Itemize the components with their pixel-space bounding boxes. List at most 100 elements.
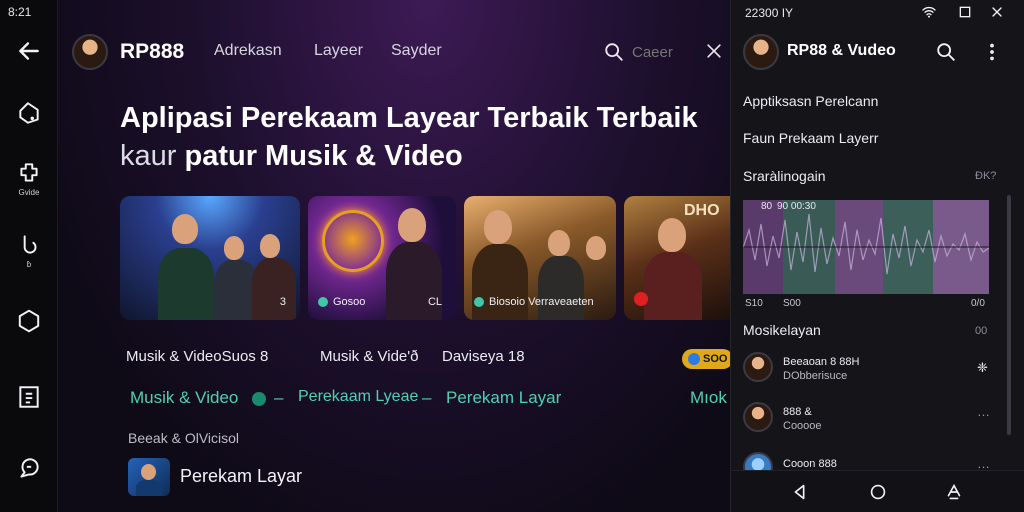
more-icon[interactable]: … bbox=[977, 404, 990, 419]
wifi-icon bbox=[922, 6, 936, 18]
more-vertical-icon[interactable] bbox=[981, 41, 1003, 63]
list-title: Cooon 888 bbox=[783, 458, 837, 470]
search-input[interactable] bbox=[632, 41, 702, 63]
tab-more[interactable]: Mıok bbox=[690, 388, 727, 408]
wave-time-end: 0/0 bbox=[971, 298, 985, 309]
back-arrow-icon bbox=[19, 42, 39, 60]
search-icon[interactable] bbox=[603, 41, 625, 63]
card-tag-label: Biosoio Verraveaeten bbox=[489, 296, 594, 308]
refresh-label: ɓ bbox=[26, 260, 32, 269]
document-button[interactable] bbox=[9, 384, 49, 410]
hero-subtitle-bold: patur Musik & Video bbox=[184, 140, 463, 172]
guide-label: Gvide bbox=[18, 188, 40, 197]
top-bar: RP888 Adrekasn Layeer Sayder bbox=[58, 30, 730, 74]
card-person bbox=[586, 236, 606, 260]
tab-separator: – bbox=[274, 388, 284, 407]
brand-title[interactable]: RP888 bbox=[120, 40, 184, 64]
left-rail: 8:21 Gvide ɓ bbox=[0, 0, 58, 512]
item-thumbnail[interactable] bbox=[128, 458, 170, 496]
list-subtitle: Cooooe bbox=[783, 420, 822, 432]
tab-musik-video[interactable]: Musik & Video bbox=[130, 388, 238, 408]
nav-link-1[interactable]: Adrekasn bbox=[214, 42, 282, 60]
list-subtitle: DObberisuce bbox=[783, 370, 848, 382]
card-person-body bbox=[538, 256, 584, 320]
card-sign: DHO bbox=[684, 202, 720, 219]
filter-1[interactable]: Musik & VideoSuos 8 bbox=[126, 348, 268, 365]
card-red-guitar[interactable]: DHO bbox=[624, 196, 730, 320]
filter-2[interactable]: Musik & Vide'ð bbox=[320, 348, 418, 365]
tag-icon bbox=[19, 102, 39, 124]
card-number: CL bbox=[427, 296, 442, 308]
record-dot-icon bbox=[634, 292, 648, 306]
close-window-icon[interactable] bbox=[989, 4, 1005, 20]
panel-avatar[interactable] bbox=[743, 34, 779, 70]
item-title[interactable]: Perekam Layar bbox=[180, 466, 302, 487]
card-guitar-group[interactable]: Biosoio Verraveaeten bbox=[464, 196, 616, 320]
document-icon bbox=[19, 386, 39, 408]
hexagon-button[interactable] bbox=[9, 308, 49, 334]
list-avatar bbox=[743, 352, 773, 382]
close-icon[interactable] bbox=[704, 41, 724, 61]
tag-button[interactable] bbox=[9, 100, 49, 126]
hero-subtitle-light: kaur bbox=[120, 140, 177, 172]
card-person bbox=[260, 234, 280, 258]
more-icon[interactable]: … bbox=[977, 456, 990, 471]
nav-link-3[interactable]: Sayder bbox=[391, 42, 442, 60]
panel-scrollbar[interactable] bbox=[1007, 195, 1011, 435]
tab-perekaam[interactable]: Perekaam Lyeae bbox=[298, 388, 418, 406]
hexagon-icon bbox=[18, 309, 40, 333]
feedback-icon bbox=[20, 458, 39, 478]
card-person-body bbox=[386, 242, 442, 320]
card-person bbox=[172, 214, 198, 244]
hero-title: Aplipasi Perekaam Layear Terbaik Terbaik bbox=[120, 102, 698, 134]
card-person bbox=[398, 208, 426, 242]
tab-perekam-layar[interactable]: Perekam Layar bbox=[446, 388, 561, 408]
nav-home-icon[interactable] bbox=[867, 481, 889, 503]
card-neon[interactable]: Gosoo CL bbox=[308, 196, 456, 320]
feedback-button[interactable] bbox=[9, 456, 49, 482]
card-person bbox=[484, 210, 512, 244]
filter-3[interactable]: Daviseya 18 bbox=[442, 348, 525, 365]
tag-dot bbox=[474, 297, 484, 307]
guide-button[interactable]: Gvide bbox=[9, 160, 49, 197]
thumb-person bbox=[141, 464, 156, 480]
back-button[interactable] bbox=[9, 38, 49, 64]
search-icon[interactable] bbox=[935, 41, 957, 63]
card-person-body bbox=[158, 248, 214, 320]
wave-label-2: 90 00:30 bbox=[777, 201, 816, 212]
nav-link-2[interactable]: Layeer bbox=[314, 42, 363, 60]
media-cards: 3 Gosoo CL Biosoio Verraveaeten DHO bbox=[120, 196, 730, 320]
nav-back-icon[interactable] bbox=[789, 481, 811, 503]
card-person-body bbox=[252, 258, 296, 320]
refresh-icon bbox=[23, 235, 37, 254]
card-tag: Gosoo bbox=[318, 296, 365, 308]
panel-status-time: 22300 IY bbox=[745, 6, 794, 20]
list-avatar bbox=[743, 402, 773, 432]
tab-info-icon bbox=[252, 392, 266, 406]
wave-time-start: S10 bbox=[745, 298, 763, 309]
badge-label: SOO bbox=[703, 353, 728, 365]
panel-title: RP88 & Vudeo bbox=[787, 42, 896, 59]
audio-waveform[interactable] bbox=[743, 200, 989, 294]
panel-menu-item-1[interactable]: Apptiksasn Perelcann bbox=[743, 93, 878, 109]
panel-menu-item-2[interactable]: Faun Prekaam Layerr bbox=[743, 130, 878, 146]
music-label: Mosikelayan bbox=[743, 322, 821, 338]
refresh-button[interactable]: ɓ bbox=[9, 232, 49, 269]
badge-dot-icon bbox=[688, 353, 700, 365]
hero-subtitle: kaur patur Musik & Video bbox=[120, 140, 463, 173]
maximize-icon[interactable] bbox=[957, 4, 973, 20]
nav-rotate-icon[interactable] bbox=[943, 481, 965, 503]
puzzle-icon bbox=[20, 163, 38, 182]
main-content: RP888 Adrekasn Layeer Sayder Aplipasi Pe… bbox=[58, 0, 730, 512]
list-title: 888 & bbox=[783, 406, 812, 418]
status-badge[interactable]: SOO bbox=[682, 349, 730, 369]
card-concert[interactable]: 3 bbox=[120, 196, 300, 320]
settings-icon[interactable]: ❈ bbox=[977, 360, 988, 376]
card-tag: Biosoio Verraveaeten bbox=[474, 296, 594, 308]
card-person bbox=[224, 236, 244, 260]
list-title: Beeaoan 8 88H bbox=[783, 356, 860, 368]
editor-label: Sraràlinogain bbox=[743, 168, 826, 184]
brand-avatar[interactable] bbox=[72, 34, 108, 70]
card-person bbox=[658, 218, 686, 252]
wave-time-mid: S00 bbox=[783, 298, 801, 309]
